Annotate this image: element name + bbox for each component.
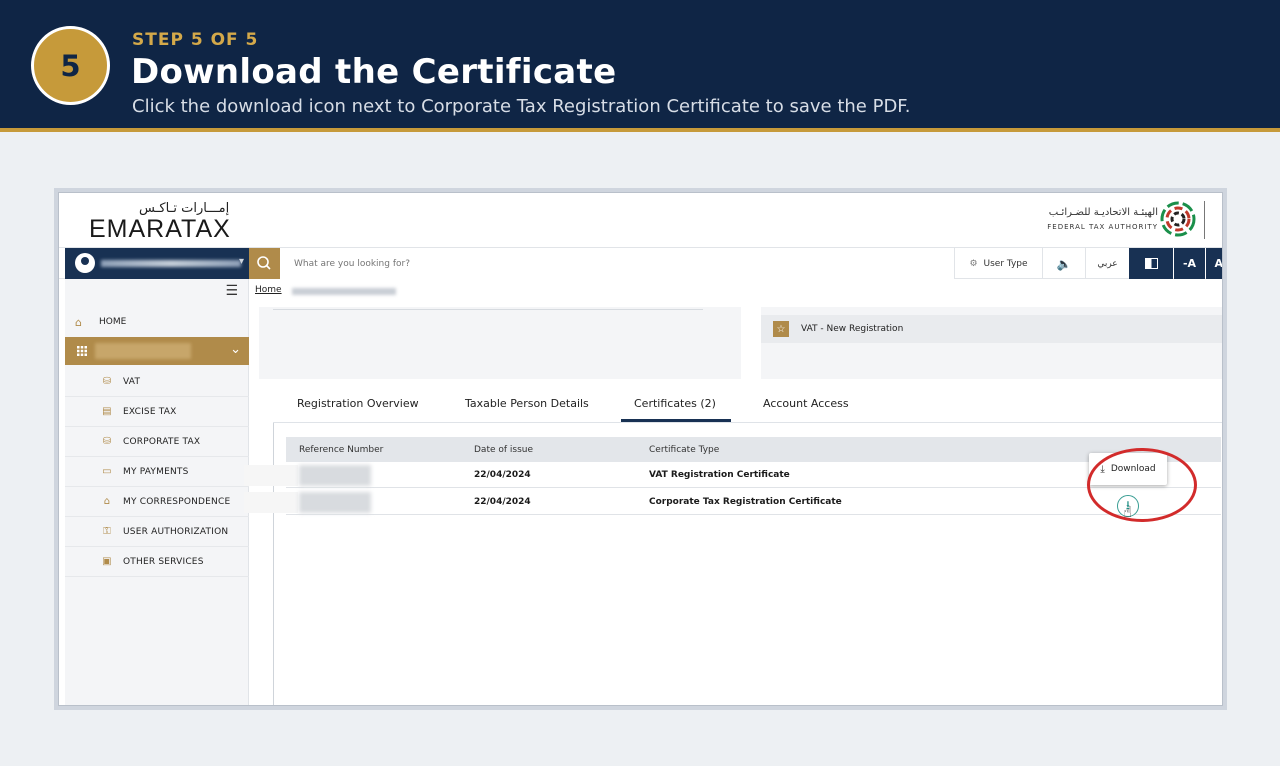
tab-certificates[interactable]: Certificates (2) bbox=[634, 383, 716, 423]
column-header-date: Date of issue bbox=[474, 444, 534, 455]
font-increase-button[interactable]: A bbox=[1206, 248, 1222, 279]
contrast-toggle[interactable] bbox=[1129, 248, 1173, 279]
emaratax-portal: إمـــارات تـاكـس EMARATAX الهيئـة الاتحا… bbox=[58, 192, 1223, 706]
contrast-icon bbox=[1144, 258, 1158, 269]
sidebar-item-other-services[interactable]: ▣ OTHER SERVICES bbox=[65, 547, 249, 577]
sidebar-item-corporate-tax[interactable]: ⛁ CORPORATE TAX bbox=[65, 427, 249, 457]
search-icon bbox=[257, 256, 271, 270]
logo-divider bbox=[1204, 201, 1205, 239]
emaratax-logo[interactable]: EMARATAX bbox=[89, 215, 231, 244]
active-tab-indicator bbox=[621, 419, 731, 422]
column-header-type: Certificate Type bbox=[649, 444, 720, 455]
sidebar-item-label: OTHER SERVICES bbox=[123, 556, 204, 567]
breadcrumb-home-link[interactable]: Home bbox=[255, 285, 282, 295]
sidebar: ☰ ⌂ HOME ⌄ ⛁ VAT ▤ EXCISE TAX ⛁ CORPORAT… bbox=[65, 279, 249, 705]
menu-toggle-icon[interactable]: ☰ bbox=[225, 283, 238, 299]
sidebar-item-taxpayer[interactable]: ⌄ bbox=[65, 337, 249, 365]
font-decrease-button[interactable]: -A bbox=[1174, 248, 1205, 279]
table-row: 22/04/2024 VAT Registration Certificate bbox=[244, 462, 1221, 488]
user-avatar-icon bbox=[75, 253, 95, 273]
date-of-issue: 22/04/2024 bbox=[474, 496, 531, 507]
sidebar-item-label: USER AUTHORIZATION bbox=[123, 526, 229, 537]
sidebar-item-label: VAT bbox=[123, 376, 141, 387]
row-marker bbox=[244, 492, 298, 513]
clipboard-icon: ▣ bbox=[102, 556, 112, 567]
sidebar-item-label: EXCISE TAX bbox=[123, 406, 177, 417]
certificate-type: Corporate Tax Registration Certificate bbox=[649, 496, 842, 507]
sidebar-item-excise-tax[interactable]: ▤ EXCISE TAX bbox=[65, 397, 249, 427]
tab-taxable-person-details[interactable]: Taxable Person Details bbox=[465, 383, 589, 423]
table-row: 22/04/2024 Corporate Tax Registration Ce… bbox=[244, 489, 1221, 515]
chevron-down-icon: ▾ bbox=[238, 256, 244, 267]
fta-logo: الهيئـة الاتحاديـة للضـرائـب FEDERAL TAX… bbox=[1020, 199, 1210, 241]
breadcrumb-redacted bbox=[292, 288, 396, 295]
summary-card-left bbox=[259, 307, 741, 379]
certificate-type: VAT Registration Certificate bbox=[649, 469, 790, 480]
tab-account-access[interactable]: Account Access bbox=[763, 383, 849, 423]
step-kicker: STEP 5 OF 5 bbox=[132, 30, 259, 50]
user-menu[interactable]: ▾ bbox=[65, 248, 249, 279]
top-nav: ▾ ⚙ User Type 🔈 عربي -A bbox=[59, 247, 1222, 279]
fta-emblem-icon bbox=[1160, 201, 1196, 237]
vat-registration-label: VAT - New Registration bbox=[801, 324, 904, 334]
table-header: Reference Number Date of issue Certifica… bbox=[286, 437, 1221, 462]
sidebar-item-label: CORPORATE TAX bbox=[123, 436, 201, 447]
step-number-badge: 5 bbox=[31, 26, 110, 105]
sidebar-item-user-authorization[interactable]: ⚿ USER AUTHORIZATION bbox=[65, 517, 249, 547]
search-button[interactable] bbox=[249, 248, 280, 279]
step-subtitle: Click the download icon next to Corporat… bbox=[132, 96, 911, 117]
fta-name-arabic: الهيئـة الاتحاديـة للضـرائـب bbox=[1048, 207, 1158, 218]
sidebar-item-home[interactable]: ⌂ HOME bbox=[65, 309, 249, 335]
step-header: 5 STEP 5 OF 5 Download the Certificate C… bbox=[0, 0, 1280, 132]
gear-icon: ⚙ bbox=[969, 258, 978, 269]
portal-screenshot: إمـــارات تـاكـس EMARATAX الهيئـة الاتحا… bbox=[54, 188, 1227, 710]
emaratax-logo-arabic: إمـــارات تـاكـس bbox=[139, 201, 230, 216]
coins-icon: ⛁ bbox=[102, 376, 112, 387]
document-icon: ▤ bbox=[102, 406, 112, 417]
building-icon: ⌂ bbox=[103, 496, 111, 507]
vat-registration-item[interactable]: ☆ VAT - New Registration bbox=[761, 315, 1222, 343]
row-marker bbox=[244, 465, 298, 486]
reference-number-redacted bbox=[299, 492, 371, 513]
highlight-circle bbox=[1087, 448, 1197, 522]
tab-registration-overview[interactable]: Registration Overview bbox=[297, 383, 419, 423]
payment-card-icon: ▭ bbox=[102, 466, 112, 477]
sidebar-item-my-payments[interactable]: ▭ MY PAYMENTS bbox=[65, 457, 249, 487]
profile-tabs: Registration Overview Taxable Person Det… bbox=[273, 383, 1222, 423]
header-divider bbox=[0, 128, 1280, 132]
column-header-reference: Reference Number bbox=[299, 444, 384, 455]
sidebar-item-label: MY PAYMENTS bbox=[123, 466, 189, 477]
sidebar-item-vat[interactable]: ⛁ VAT bbox=[65, 367, 249, 397]
search-input[interactable] bbox=[280, 248, 954, 279]
sidebar-item-label: HOME bbox=[99, 317, 127, 327]
taxpayer-name-redacted bbox=[95, 343, 191, 359]
date-of-issue: 22/04/2024 bbox=[474, 469, 531, 480]
language-label: عربي bbox=[1097, 258, 1118, 269]
user-type-button[interactable]: ⚙ User Type bbox=[954, 248, 1042, 279]
grid-icon bbox=[77, 346, 87, 356]
chevron-down-icon: ⌄ bbox=[230, 342, 241, 357]
coins-icon: ⛁ bbox=[102, 436, 112, 447]
home-icon: ⌂ bbox=[75, 315, 82, 329]
certificates-table: Reference Number Date of issue Certifica… bbox=[244, 423, 1222, 705]
sidebar-item-my-correspondence[interactable]: ⌂ MY CORRESPONDENCE bbox=[65, 487, 249, 517]
step-title: Download the Certificate bbox=[131, 52, 617, 92]
logo-bar: إمـــارات تـاكـس EMARATAX الهيئـة الاتحا… bbox=[59, 193, 1222, 247]
user-key-icon: ⚿ bbox=[103, 526, 111, 537]
divider bbox=[273, 309, 703, 310]
star-icon: ☆ bbox=[773, 321, 789, 337]
speaker-icon: 🔈 bbox=[1056, 256, 1072, 271]
fta-name: FEDERAL TAX AUTHORITY bbox=[1047, 223, 1158, 231]
summary-card-right: ☆ VAT - New Registration bbox=[761, 307, 1222, 379]
language-toggle[interactable]: عربي bbox=[1085, 248, 1129, 279]
reference-number-redacted bbox=[299, 465, 371, 486]
user-name-redacted bbox=[101, 260, 241, 267]
user-type-label: User Type bbox=[983, 258, 1028, 269]
speaker-button[interactable]: 🔈 bbox=[1042, 248, 1085, 279]
sidebar-item-label: MY CORRESPONDENCE bbox=[123, 496, 231, 507]
